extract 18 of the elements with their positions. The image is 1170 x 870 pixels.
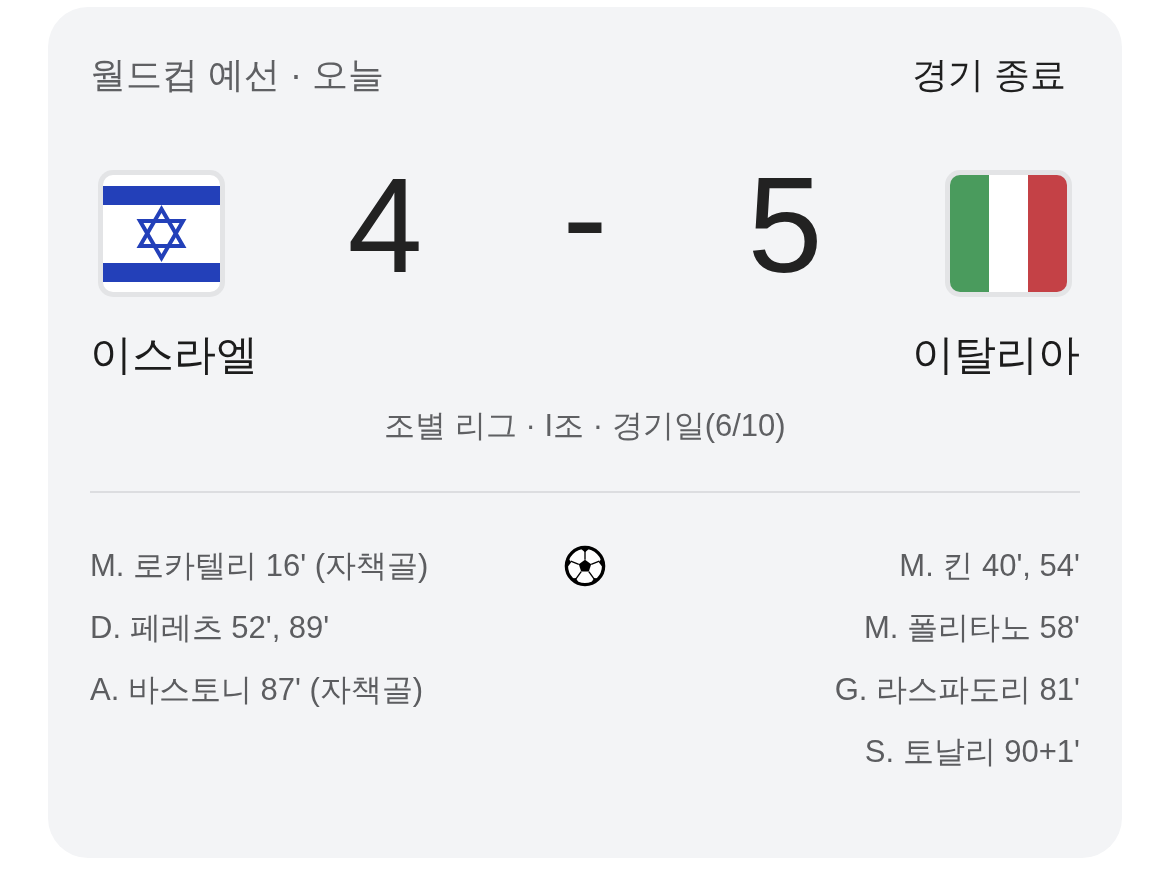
goal-scorer: G. 라스파도리 81'	[833, 671, 1080, 709]
israel-flag-icon	[98, 170, 225, 297]
away-score: 5	[746, 170, 824, 281]
match-status: 경기 종료	[912, 53, 1066, 97]
soccer-ball-icon	[564, 545, 606, 587]
goal-scorer: M. 로카텔리 16' (자책골)	[90, 547, 430, 585]
home-score: 4	[346, 170, 424, 281]
round-info: 조별 리그 · I조 · 경기일(6/10)	[383, 407, 787, 445]
goal-scorer: S. 토날리 90+1'	[863, 733, 1080, 771]
italy-flag-icon	[945, 170, 1072, 297]
team-name: 이탈리아	[912, 330, 1080, 380]
goal-scorer: M. 폴리타노 58'	[862, 609, 1080, 647]
goal-scorer: M. 킨 40', 54'	[898, 547, 1080, 585]
goal-scorer: A. 바스토니 87' (자책골)	[90, 671, 425, 709]
score-separator: -	[561, 162, 609, 273]
goal-scorer: D. 페레츠 52', 89'	[90, 609, 331, 647]
team-name: 이스라엘	[90, 330, 258, 380]
competition-label: 월드컵 예선 · 오늘	[90, 53, 384, 97]
